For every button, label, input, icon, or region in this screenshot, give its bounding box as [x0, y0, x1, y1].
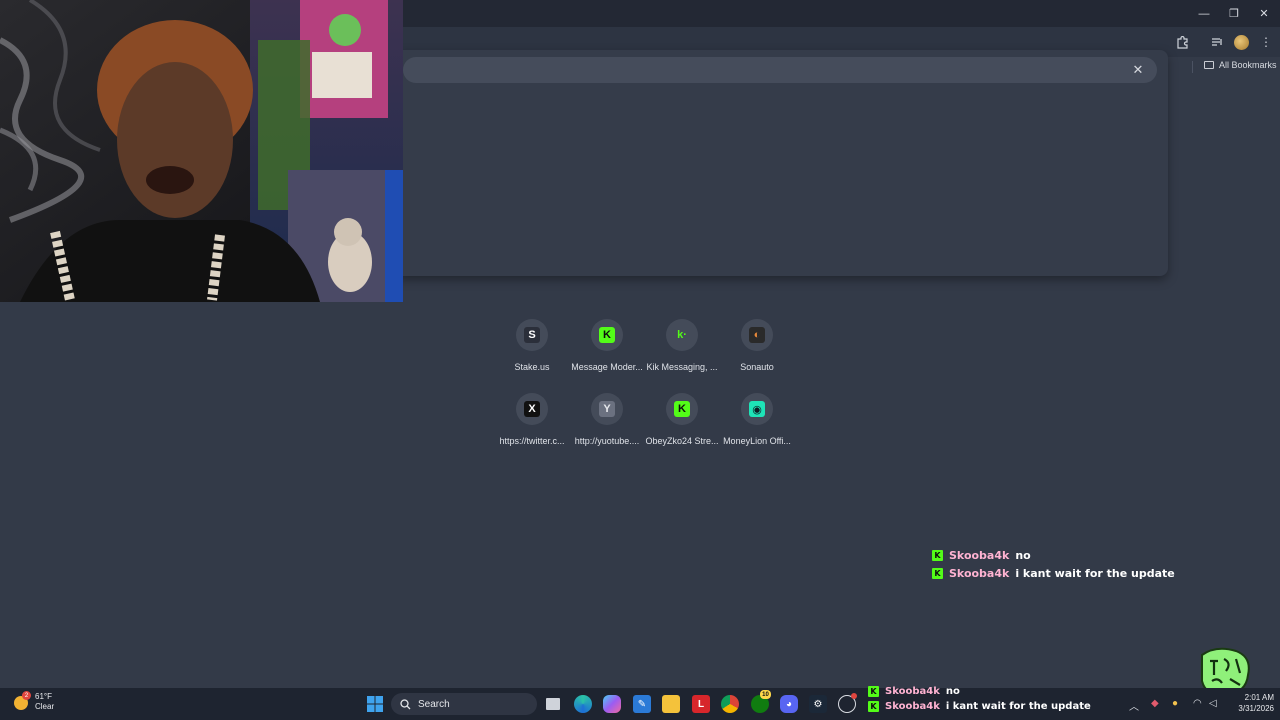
taskbar-search[interactable]: Search: [391, 693, 537, 715]
chat-message: K Skooba4k i kant wait for the update: [932, 567, 1175, 580]
obs-icon[interactable]: [838, 693, 857, 713]
kick-badge-icon: K: [932, 568, 943, 579]
shortcut-label: http://yuotube....: [574, 436, 640, 446]
copilot-icon[interactable]: [603, 695, 621, 713]
shortcut-icon-circle: ◐: [741, 319, 773, 351]
shortcut-label: MoneyLion Offi...: [723, 436, 791, 446]
shortcut-label: https://twitter.c...: [499, 436, 565, 446]
weather-sun-icon: 2: [14, 691, 31, 710]
shortcut-label: ObeyZko24 Stre...: [645, 436, 719, 446]
shortcut-tile[interactable]: K Message Moder...: [565, 318, 649, 388]
taskbar-chat-message: K Skooba4k i kant wait for the update: [868, 701, 1091, 712]
edge-icon[interactable]: [574, 695, 592, 713]
chat-text: i kant wait for the update: [1015, 567, 1175, 580]
wifi-icon[interactable]: ◠: [1193, 698, 1202, 709]
shortcut-tile[interactable]: ◐ Sonauto: [715, 318, 799, 388]
shortcut-label: Kik Messaging, ...: [646, 362, 718, 372]
clock-date: 3/31/2026: [1238, 704, 1274, 713]
shortcut-tile[interactable]: k· Kik Messaging, ...: [640, 318, 724, 388]
kik-icon: k·: [677, 329, 687, 341]
chat-username: Skooba4k: [949, 549, 1010, 562]
address-bar-input[interactable]: [403, 57, 1157, 83]
clock-time: 2:01 AM: [1244, 693, 1274, 702]
kick-badge-icon: K: [868, 701, 879, 712]
tray-chevron-icon[interactable]: ︿: [1129, 698, 1139, 713]
weather-badge: 2: [22, 691, 31, 700]
webcam-overlay: [0, 0, 403, 302]
shortcut-icon-circle: S: [516, 319, 548, 351]
kick-badge-icon: K: [932, 550, 943, 561]
l-app-icon[interactable]: L: [692, 695, 710, 713]
chat-username: Skooba4k: [949, 567, 1010, 580]
kick-badge-icon: K: [868, 686, 879, 697]
shortcut-icon-circle: Y: [591, 393, 623, 425]
shortcut-label: Sonauto: [740, 362, 774, 372]
clear-address-icon[interactable]: ✕: [1130, 61, 1146, 79]
shortcut-icon-circle: ◉: [741, 393, 773, 425]
shortcut-tile[interactable]: Xhttps://twitter.c...: [490, 392, 574, 462]
webcam-image: [0, 0, 403, 302]
discord-icon[interactable]: ◕: [780, 695, 798, 713]
taskbar-chat-message: K Skooba4k no: [868, 686, 960, 697]
browser-menu-icon[interactable]: ⋮: [1257, 33, 1275, 51]
search-placeholder: Search: [418, 698, 450, 710]
all-bookmarks-label: All Bookmarks: [1219, 60, 1277, 70]
xbox-badge: 10: [760, 690, 771, 699]
microphone-icon[interactable]: ●: [1172, 698, 1178, 709]
xbox-icon[interactable]: 10: [751, 690, 771, 713]
chat-text: no: [1015, 549, 1031, 562]
folder-icon: [1204, 61, 1214, 69]
chat-text: i kant wait for the update: [945, 701, 1091, 712]
profile-avatar-icon[interactable]: [1232, 33, 1250, 51]
clock[interactable]: 2:01 AM 3/31/2026: [1224, 692, 1274, 714]
shortcut-icon-circle: k·: [666, 319, 698, 351]
task-view-icon[interactable]: [546, 698, 560, 710]
bookmarks-separator: [1192, 61, 1193, 73]
chat-message: K Skooba4k no: [932, 549, 1031, 562]
shortcut-tile[interactable]: ◉ MoneyLion Offi...: [715, 392, 799, 462]
search-icon: [400, 698, 411, 709]
weather-widget[interactable]: 2 61°F Clear: [14, 691, 55, 712]
minimize-button[interactable]: —: [1188, 0, 1220, 27]
all-bookmarks-button[interactable]: All Bookmarks: [1204, 60, 1277, 70]
youtube-letter-icon: Y: [599, 401, 615, 417]
kick-icon: K: [674, 401, 690, 417]
kick-icon: K: [599, 327, 615, 343]
shortcut-tile[interactable]: S Stake.us: [490, 318, 574, 388]
chat-username: Skooba4k: [885, 686, 940, 697]
tray-app-icon[interactable]: ◆: [1151, 698, 1159, 709]
x-icon: X: [524, 401, 540, 417]
volume-icon[interactable]: ◁: [1209, 698, 1217, 709]
restore-button[interactable]: ❐: [1218, 0, 1250, 27]
steam-icon[interactable]: ⚙: [809, 695, 827, 713]
close-window-button[interactable]: ✕: [1248, 0, 1280, 27]
app-store-icon[interactable]: ✎: [633, 695, 651, 713]
shortcut-label: Stake.us: [514, 362, 550, 372]
chrome-icon[interactable]: [721, 695, 739, 713]
windows-start-icon[interactable]: [366, 695, 384, 713]
shortcut-label: Message Moder...: [571, 362, 643, 372]
file-explorer-icon[interactable]: [662, 695, 680, 713]
extensions-icon[interactable]: [1173, 33, 1191, 51]
weather-desc: Clear: [35, 702, 55, 711]
sonauto-icon: ◐: [749, 327, 765, 343]
shortcut-icon-circle: K: [591, 319, 623, 351]
moneylion-icon: ◉: [749, 401, 765, 417]
shortcut-icon-circle: K: [666, 393, 698, 425]
shortcut-tile[interactable]: Yhttp://yuotube....: [565, 392, 649, 462]
shortcut-icon-circle: X: [516, 393, 548, 425]
weather-temp: 61°F: [35, 692, 52, 701]
media-control-icon[interactable]: [1208, 33, 1226, 51]
stake-icon: S: [524, 327, 540, 343]
chat-text: no: [945, 686, 960, 697]
shortcut-tile[interactable]: K ObeyZko24 Stre...: [640, 392, 724, 462]
omnibox-dropdown: [395, 50, 1168, 276]
chat-username: Skooba4k: [885, 701, 940, 712]
